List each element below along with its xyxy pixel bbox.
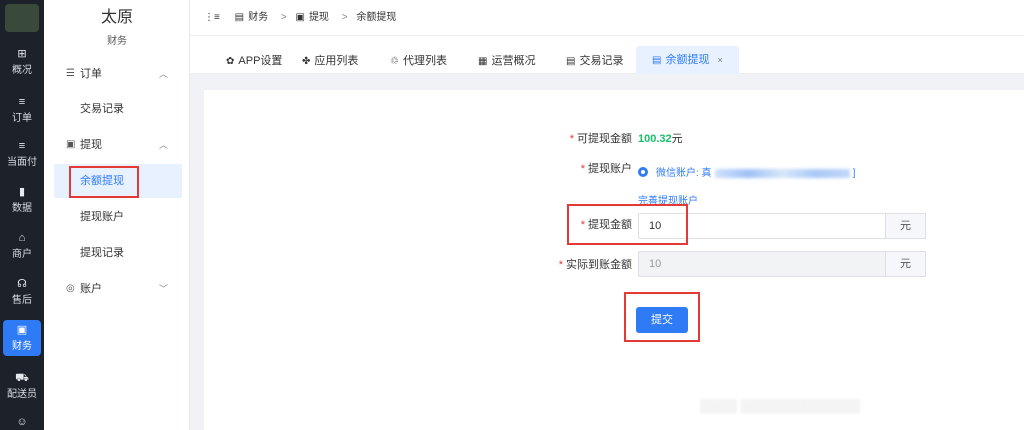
user-icon: ☺ xyxy=(16,416,28,428)
tab-ops-overview[interactable]: ▦ 运营概况 xyxy=(478,48,535,74)
app-logo xyxy=(5,4,39,32)
nav-group-withdraw[interactable]: ▣ 提现 ︿ xyxy=(44,134,190,156)
brand-name: 太原 xyxy=(100,9,133,26)
account-label: * 提现账户 xyxy=(580,163,632,175)
chevron-up-icon: ︿ xyxy=(158,69,168,79)
rail-item-data[interactable]: ▮ 数据 xyxy=(0,182,44,218)
dashboard-icon: ▦ xyxy=(478,56,488,67)
actual-amount-input: 10 xyxy=(638,251,886,277)
tab-app-settings[interactable]: ✿ APP设置 xyxy=(226,48,282,74)
account-icon: ◎ xyxy=(66,283,75,294)
breadcrumb: ⋮≡ ▤ 财务 > ▣ 提现 > 余额提现 xyxy=(204,12,397,23)
chevron-down-icon: ﹀ xyxy=(158,284,168,294)
available-amount-value: 100.32 xyxy=(638,133,672,145)
rail-item-overview[interactable]: ⊞ 概况 xyxy=(0,44,44,80)
tab-balance-withdraw[interactable]: ▤ 余额提现 × xyxy=(636,46,739,74)
headset-icon: ☊ xyxy=(17,278,27,290)
close-icon[interactable]: × xyxy=(717,55,722,65)
records-icon: ▤ xyxy=(566,56,576,67)
highlight-box xyxy=(567,204,688,245)
rail-item-after-sale[interactable]: ☊ 售后 xyxy=(0,274,44,310)
rail-item-user[interactable]: ☺ xyxy=(0,412,44,430)
app-settings-icon: ✿ xyxy=(226,56,235,67)
tab-agent-list[interactable]: ♲ 代理列表 xyxy=(390,48,447,74)
wechat-account-option[interactable]: 微信账户: 真] xyxy=(656,164,855,179)
finance-icon: ▤ xyxy=(234,12,245,23)
records-icon: ▤ xyxy=(652,55,662,66)
list-icon: ☰ xyxy=(66,68,75,79)
available-amount-label: * 可提现金额 xyxy=(569,133,632,145)
main-nav-rail: ⊞ 概况 ≡ 订单 ≡ 当面付 ▮ 数据 ⌂ 商户 ☊ 售后 ▣ 财务 ⛟ 配送员 ☺ xyxy=(0,0,44,430)
rail-item-face-pay[interactable]: ≡ 当面付 xyxy=(0,136,44,172)
rail-item-finance[interactable]: ▣ 财务 xyxy=(3,320,41,356)
highlight-box xyxy=(69,166,139,198)
available-amount: 100.32元 xyxy=(638,133,683,145)
apps-icon: ✤ xyxy=(302,56,311,67)
store-icon: ⌂ xyxy=(18,232,26,244)
finance-icon: ▣ xyxy=(16,324,28,336)
nav-group-orders[interactable]: ☰ 订单 ︿ xyxy=(44,63,190,85)
tab-transactions[interactable]: ▤ 交易记录 xyxy=(566,48,623,74)
actual-amount-label: * 实际到账金额 xyxy=(558,259,632,271)
breadcrumb-item[interactable]: 财务 xyxy=(248,12,268,23)
top-bar: ⋮≡ ▤ 财务 > ▣ 提现 > 余额提现 xyxy=(190,0,1024,36)
account-radio[interactable] xyxy=(638,167,648,177)
list-icon: ≡ xyxy=(18,96,26,108)
nav-item-withdraw-account[interactable]: 提现账户 xyxy=(44,202,190,232)
tab-app-list[interactable]: ✤ 应用列表 xyxy=(302,48,358,74)
wallet-icon: ▣ xyxy=(66,139,76,150)
list-icon: ≡ xyxy=(18,140,26,152)
grid-icon: ⊞ xyxy=(17,48,27,60)
bar-chart-icon: ▮ xyxy=(18,186,26,198)
collapse-menu-icon[interactable]: ⋮≡ xyxy=(204,12,220,23)
rail-item-courier[interactable]: ⛟ 配送员 xyxy=(0,368,44,404)
redacted-account xyxy=(714,168,850,178)
tab-bar: ✿ APP设置 ✤ 应用列表 ♲ 代理列表 ▦ 运营概况 ▤ 交易记录 ▤ 余额提现 × xyxy=(190,36,1024,74)
truck-icon: ⛟ xyxy=(15,372,29,384)
nav-item-transactions[interactable]: 交易记录 xyxy=(44,94,190,124)
breadcrumb-item[interactable]: 提现 xyxy=(309,12,329,23)
nav-group-account[interactable]: ◎ 账户 ﹀ xyxy=(44,278,190,300)
users-icon: ♲ xyxy=(390,56,399,67)
rail-item-merchant[interactable]: ⌂ 商户 xyxy=(0,228,44,264)
chevron-up-icon: ︿ xyxy=(158,140,168,150)
watermark: ▒▒▒▒ ▒▒▒▒▒▒▒▒▒▒▒▒▒ xyxy=(700,398,861,413)
actual-amount-unit: 元 xyxy=(886,251,926,277)
highlight-box xyxy=(624,292,700,342)
rail-item-orders[interactable]: ≡ 订单 xyxy=(0,92,44,128)
nav-item-withdraw-records[interactable]: 提现记录 xyxy=(44,238,190,268)
breadcrumb-item: 余额提现 xyxy=(356,12,397,23)
brand-section: 财务 xyxy=(107,36,127,47)
amount-unit: 元 xyxy=(886,213,926,239)
wallet-icon: ▣ xyxy=(295,12,305,23)
brand: 太原 财务 xyxy=(44,8,190,47)
